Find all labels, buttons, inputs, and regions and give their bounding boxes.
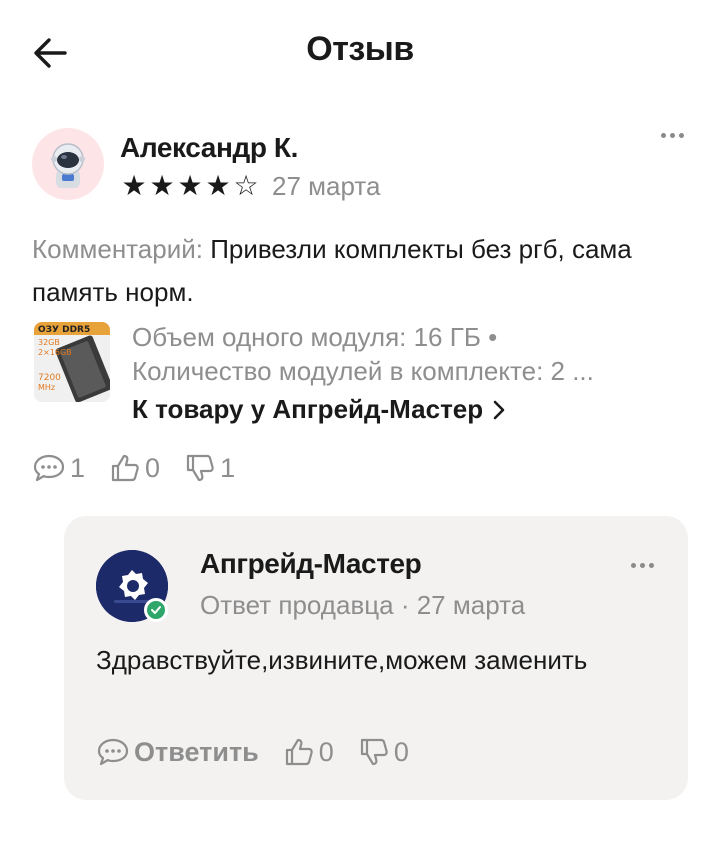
reply-actions: Ответить 0 0: [96, 734, 409, 770]
star-rating: ★ ★ ★ ★ ☆: [120, 172, 260, 200]
thumb-line-1: ОЗУ DDR5: [38, 325, 90, 335]
star-filled-icon: ★: [149, 170, 175, 201]
dislikes-count: 1: [220, 452, 236, 483]
answer-button[interactable]: Ответить: [96, 737, 259, 768]
thumbs-down-icon: [360, 738, 388, 766]
more-dots-icon: [659, 132, 686, 138]
chevron-right-icon: [493, 400, 505, 419]
thumb-line-5: MHz: [38, 383, 55, 392]
like-button[interactable]: 0: [109, 453, 160, 484]
header: Отзыв: [0, 0, 720, 104]
author-avatar[interactable]: [32, 128, 104, 200]
product-spec-module-size: Объем одного модуля: 16 ГБ •: [132, 322, 498, 352]
reply-subtitle: Ответ продавца · 27 марта: [200, 590, 526, 620]
answer-label: Ответить: [134, 736, 259, 767]
author-name[interactable]: Александр К.: [120, 132, 298, 164]
product-link-label: К товару у Апгрейд-Мастер: [132, 394, 484, 424]
reply-like-button[interactable]: 0: [283, 737, 334, 768]
comment-label: Комментарий:: [32, 234, 203, 264]
review-comment: Комментарий: Привезли комплекты без ргб,…: [32, 228, 682, 314]
product-link[interactable]: К товару у Апгрейд-Мастер: [132, 394, 505, 425]
seller-reply-card: Апгрейд-Мастер Ответ продавца · 27 марта…: [64, 516, 688, 800]
seller-name[interactable]: Апгрейд-Мастер: [200, 548, 422, 580]
astronaut-icon: [51, 143, 85, 188]
review-more-button[interactable]: [650, 120, 694, 150]
comment-bubble-icon: [97, 738, 129, 766]
thumb-line-4: 7200: [38, 373, 61, 383]
reply-likes-count: 0: [318, 736, 334, 767]
more-dots-icon: [629, 562, 656, 568]
review-date: 27 марта: [272, 170, 381, 201]
thumb-line-3: 2×16GB: [38, 348, 72, 357]
product-block: ОЗУ DDR5 32GB 2×16GB 7200 MHz Объем одно…: [32, 318, 692, 438]
comment-bubble-icon: [33, 454, 65, 482]
product-spec-module-count: Количество модулей в комплекте: 2 ...: [132, 356, 594, 386]
thumbs-up-icon: [285, 738, 313, 766]
dislike-button[interactable]: 1: [184, 453, 235, 484]
verified-badge-icon: [144, 598, 168, 622]
thumb-line-2: 32GB: [38, 338, 60, 347]
thumbs-down-icon: [186, 454, 214, 482]
star-empty-icon: ☆: [233, 170, 259, 201]
reply-more-button[interactable]: [620, 550, 664, 580]
star-filled-icon: ★: [177, 170, 203, 201]
ram-kit-image: ОЗУ DDR5 32GB 2×16GB 7200 MHz: [34, 322, 110, 402]
reply-dislike-button[interactable]: 0: [358, 737, 409, 768]
page-title: Отзыв: [306, 30, 414, 68]
review-actions: 1 0 1: [32, 450, 235, 486]
star-filled-icon: ★: [121, 170, 147, 201]
product-thumbnail[interactable]: ОЗУ DDR5 32GB 2×16GB 7200 MHz: [34, 322, 110, 402]
rating-row: ★ ★ ★ ★ ☆ 27 марта: [120, 170, 380, 202]
star-filled-icon: ★: [205, 170, 231, 201]
comments-count: 1: [70, 452, 86, 483]
reply-text: Здравствуйте,извините,можем заменить: [96, 645, 588, 675]
reply-dislikes-count: 0: [393, 736, 409, 767]
comments-button[interactable]: 1: [32, 453, 85, 484]
thumbs-up-icon: [111, 454, 139, 482]
likes-count: 0: [145, 452, 161, 483]
